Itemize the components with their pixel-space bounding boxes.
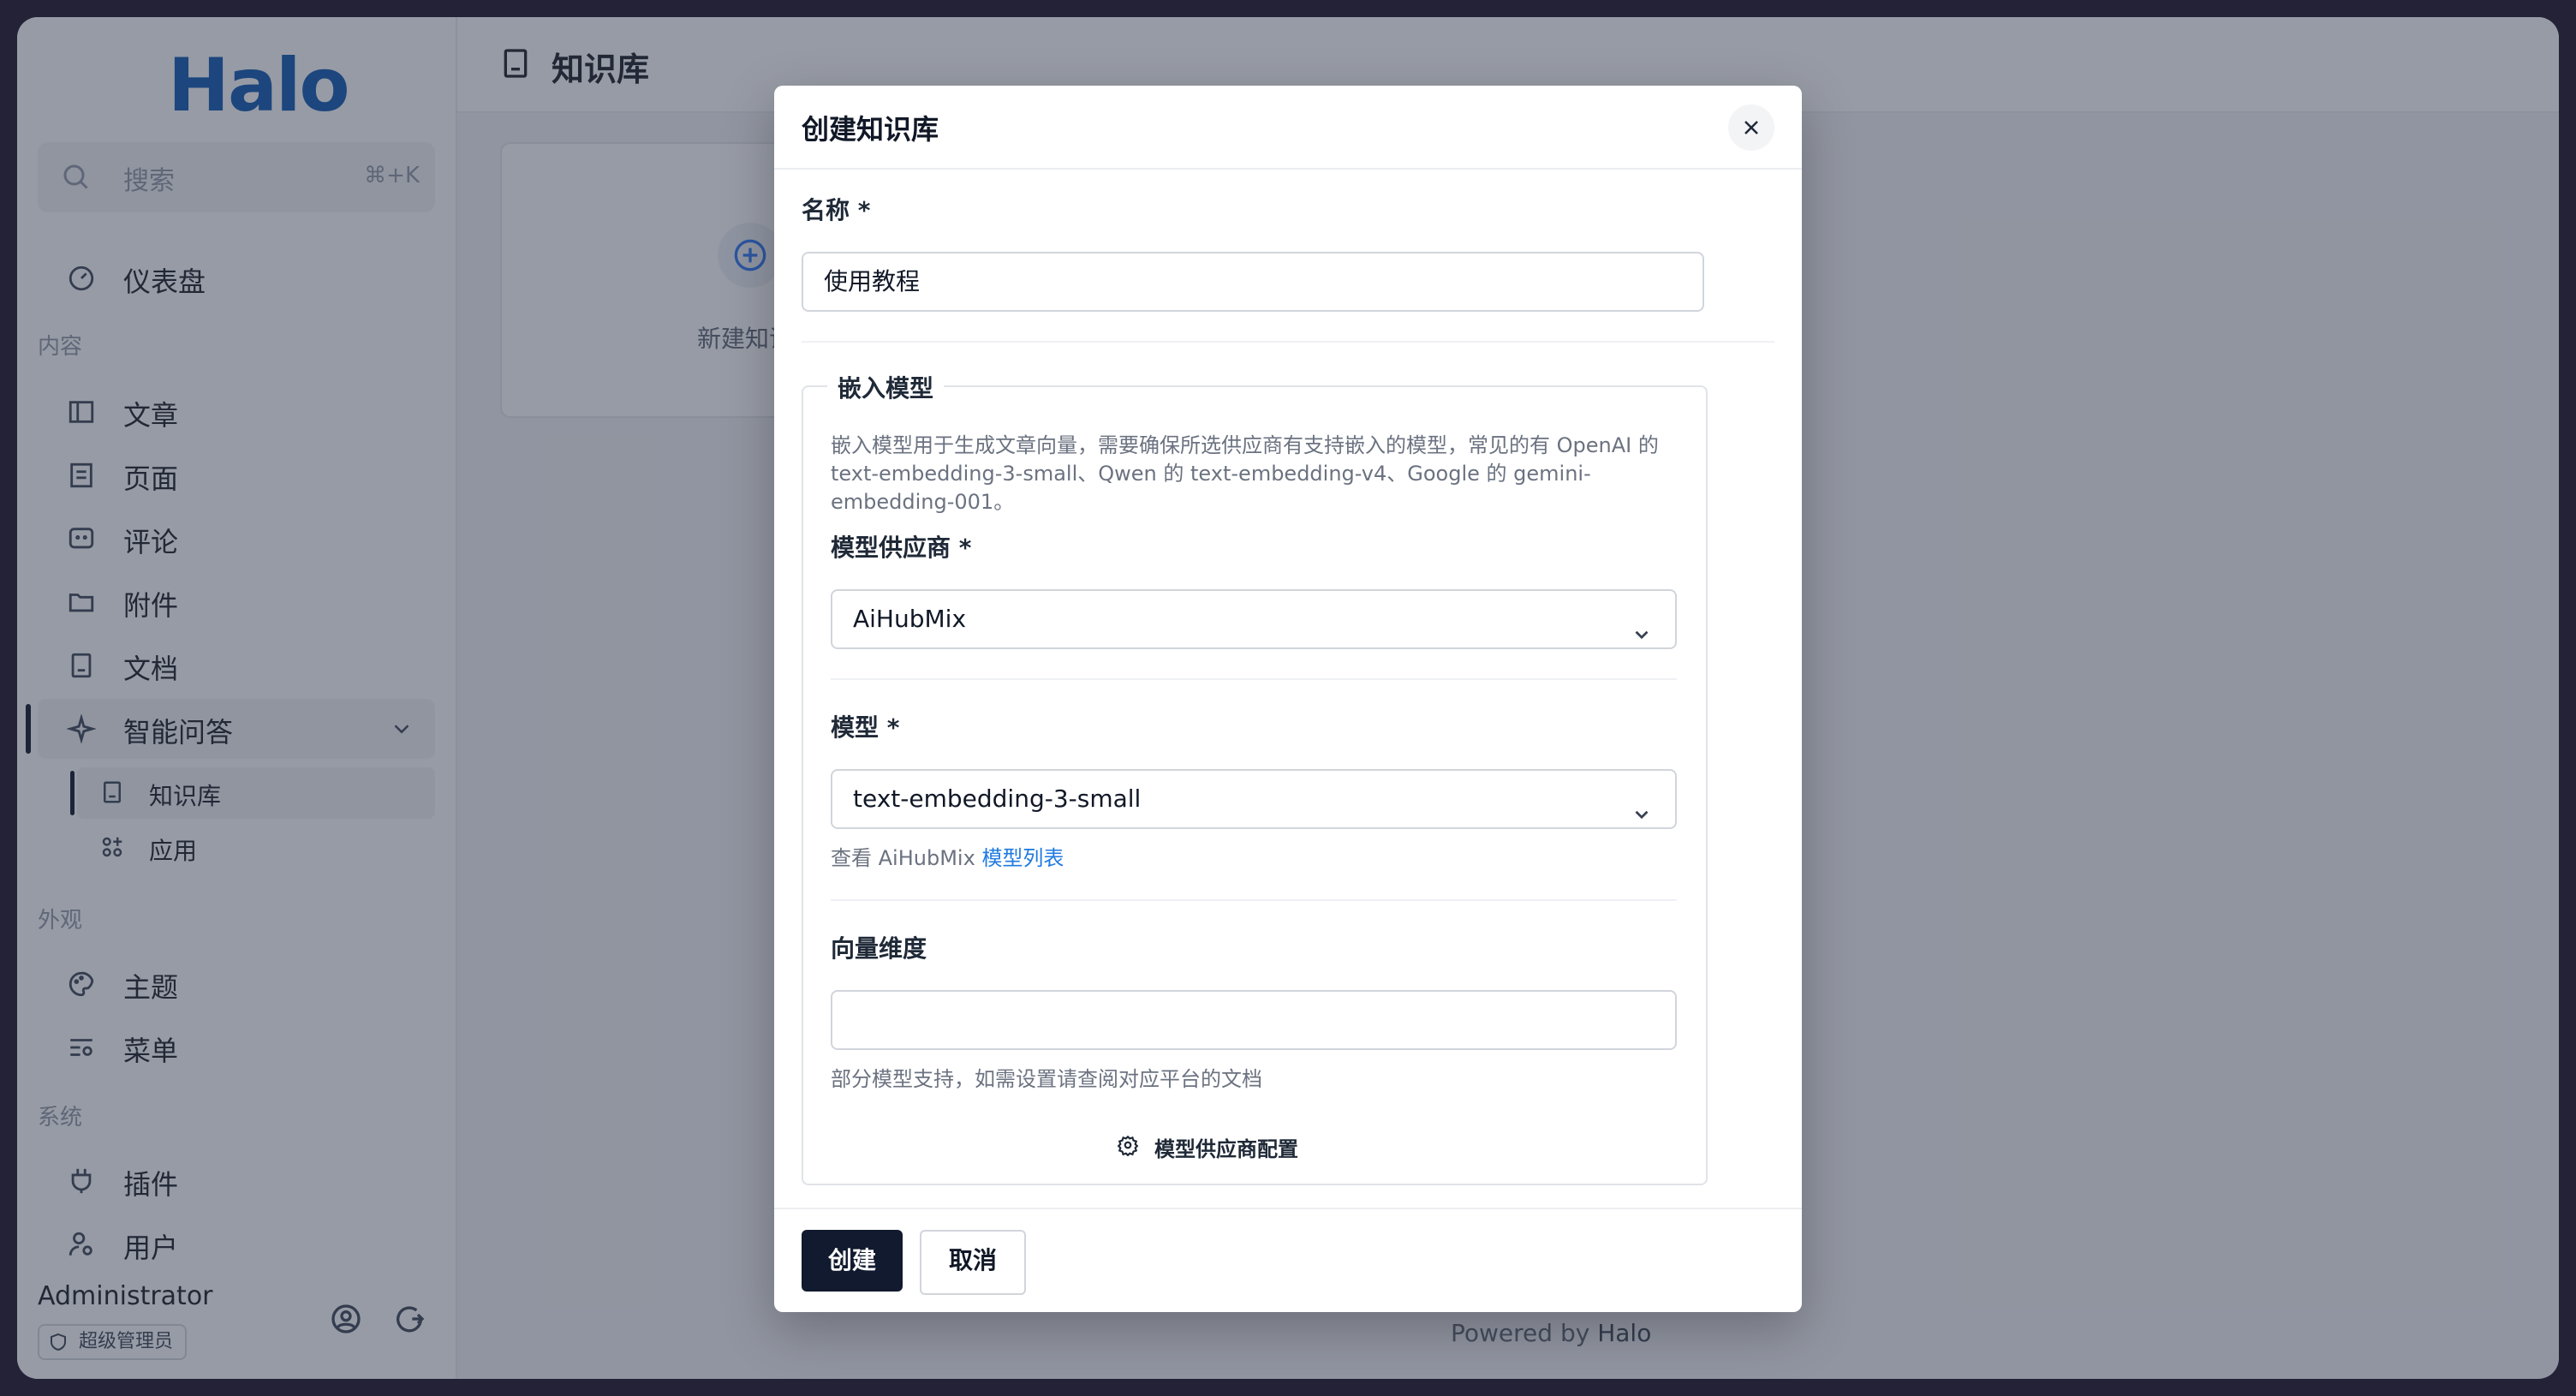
embedding-model-legend: 嵌入模型 xyxy=(827,370,945,404)
embedding-help-text: 嵌入模型用于生成文章向量，需要确保所选供应商有支持嵌入的模型，常见的有 Open… xyxy=(831,432,1687,516)
chevron-down-icon xyxy=(1631,610,1653,666)
provider-config-button[interactable]: 模型供应商配置 xyxy=(1117,1132,1298,1162)
divider xyxy=(831,678,1677,680)
model-help-text: 查看 AiHubMix 模型列表 xyxy=(831,844,1064,873)
model-select[interactable]: text-embedding-3-small xyxy=(831,769,1677,829)
embedding-help-line: 嵌入模型用于生成文章向量，需要确保所选供应商有支持嵌入的模型，常见的有 Open… xyxy=(831,433,1659,457)
close-button[interactable] xyxy=(1728,104,1774,151)
model-help-prefix: 查看 AiHubMix xyxy=(831,846,975,870)
dimension-input[interactable] xyxy=(831,990,1677,1050)
modal-title: 创建知识库 xyxy=(802,113,939,146)
name-label: 名称 * xyxy=(802,196,871,224)
embedding-help-line: text-embedding-3-small、Qwen 的 text-embed… xyxy=(831,462,1591,486)
cancel-button[interactable]: 取消 xyxy=(920,1230,1026,1295)
provider-config-label: 模型供应商配置 xyxy=(1154,1137,1298,1161)
embedding-help-line: embedding-001。 xyxy=(831,490,1015,514)
provider-label: 模型供应商 * xyxy=(831,534,972,562)
create-button[interactable]: 创建 xyxy=(802,1230,903,1292)
name-input[interactable]: 使用教程 xyxy=(802,252,1704,312)
create-knowledge-base-modal: 创建知识库 名称 * 使用教程 嵌入模型 嵌入模型用于生成文章向量，需要确保所选… xyxy=(774,86,1802,1312)
modal-footer: 创建 取消 xyxy=(774,1208,1802,1312)
divider xyxy=(802,341,1774,343)
provider-select[interactable]: AiHubMix xyxy=(831,589,1677,649)
gear-icon xyxy=(1117,1135,1139,1156)
dimension-label: 向量维度 xyxy=(831,934,927,963)
close-icon xyxy=(1744,121,1758,134)
model-label: 模型 * xyxy=(831,713,900,742)
provider-selected-value: AiHubMix xyxy=(853,605,967,633)
model-list-link[interactable]: 模型列表 xyxy=(981,846,1064,870)
divider xyxy=(831,899,1677,901)
chevron-down-icon xyxy=(1631,790,1653,846)
model-selected-value: text-embedding-3-small xyxy=(853,785,1142,813)
dimension-help-text: 部分模型支持，如需设置请查阅对应平台的文档 xyxy=(831,1067,1262,1091)
modal-header: 创建知识库 xyxy=(774,86,1802,170)
